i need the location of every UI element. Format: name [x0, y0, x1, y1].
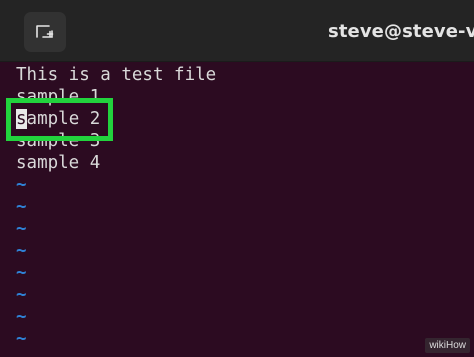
watermark: wikiHow — [425, 338, 470, 353]
empty-line-tilde: ~ — [16, 175, 27, 195]
new-tab-button[interactable] — [24, 12, 66, 52]
empty-line-tilde: ~ — [16, 263, 27, 283]
new-tab-icon — [36, 25, 54, 38]
empty-line-tilde: ~ — [16, 197, 27, 217]
empty-line-tilde: ~ — [16, 241, 27, 261]
title-bar: steve@steve-vir — [0, 0, 474, 62]
window-title: steve@steve-vir — [328, 21, 474, 42]
terminal-line: sample 4 — [16, 153, 101, 173]
empty-line-tilde: ~ — [16, 219, 27, 239]
empty-line-tilde: ~ — [16, 329, 27, 349]
empty-line-tilde: ~ — [16, 307, 27, 327]
terminal-line: This is a test file — [16, 65, 217, 85]
empty-line-tilde: ~ — [16, 285, 27, 305]
highlight-box — [6, 98, 113, 141]
